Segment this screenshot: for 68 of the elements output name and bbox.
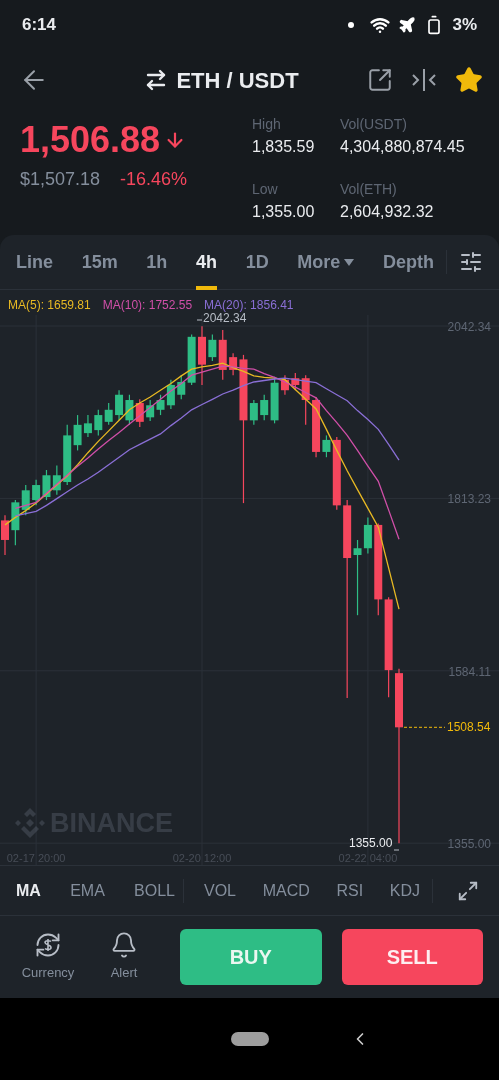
stat-value: 2,604,932.32	[340, 202, 435, 222]
candle	[52, 464, 61, 496]
indicator-tab[interactable]: EMA	[70, 878, 105, 903]
candle	[94, 409, 103, 436]
toolbar-action[interactable]: Alert	[92, 931, 156, 983]
indicator-tab[interactable]: MA	[16, 878, 41, 903]
interval-tab[interactable]: 15m	[81, 234, 118, 290]
candle	[198, 325, 206, 386]
interval-tab[interactable]: 4h	[196, 234, 217, 290]
last-price-line	[403, 726, 446, 728]
candle	[42, 469, 51, 501]
price-axis-label: 1584.11	[448, 664, 491, 680]
diamond-logo-icon	[14, 807, 46, 840]
high-price-marker: 2042.34	[203, 311, 247, 326]
moving-average-legend: MA(20): 1856.41	[204, 296, 294, 314]
home-handle[interactable]	[230, 1032, 269, 1046]
pair-title: ETH / USDT	[176, 66, 299, 95]
last-price-marker: 1508.54	[447, 720, 491, 736]
stat-label: High	[252, 115, 282, 134]
share-icon[interactable]	[367, 67, 393, 93]
battery-percent: 3%	[452, 14, 477, 37]
indicator-tab[interactable]: VOL	[204, 878, 236, 903]
stat-value: 4,304,880,874.45	[340, 137, 465, 157]
interval-tab[interactable]: 1h	[146, 234, 168, 290]
leader-line	[196, 319, 203, 321]
toolbar-action[interactable]: Currency	[16, 931, 80, 983]
favorite-star-icon[interactable]	[455, 66, 483, 94]
fiat-price: $1,507.18	[20, 168, 101, 191]
wifi-icon	[370, 15, 391, 35]
indicator-tab[interactable]: MACD	[262, 878, 310, 903]
moving-average-legend: MA(5): 1659.81	[8, 296, 91, 314]
price-axis-label: 1813.23	[447, 492, 491, 508]
stat-label: Low	[252, 180, 279, 199]
stat-value: 1,355.00	[252, 202, 316, 222]
price-axis-label: 1355.00	[447, 837, 491, 853]
sell-button[interactable]: SELL	[341, 929, 483, 985]
stat-label: Vol(ETH)	[340, 180, 398, 199]
interval-tab[interactable]: 1D	[245, 234, 269, 290]
interval-tab[interactable]: Line	[16, 234, 53, 290]
interval-tab[interactable]: More	[297, 234, 355, 290]
candle	[115, 389, 124, 421]
leader-line	[393, 849, 400, 851]
indicator-tab[interactable]: RSI	[336, 878, 364, 903]
candle	[125, 394, 134, 426]
status-time: 6:14	[22, 14, 57, 37]
price-axis-label: 2042.34	[447, 320, 491, 335]
candle	[166, 379, 175, 410]
stat-value: 1,835.59	[252, 137, 316, 157]
candle	[135, 398, 144, 428]
candle	[104, 402, 113, 426]
candle	[32, 479, 41, 506]
candle	[1, 514, 9, 556]
dropdown-caret-icon	[344, 258, 355, 266]
moving-average-legend: MA(10): 1752.55	[102, 296, 193, 314]
airplane-icon	[398, 16, 417, 34]
settings-sliders-icon[interactable]	[459, 250, 483, 274]
stat-label: Vol(USDT)	[340, 115, 408, 134]
price-change: -16.46%	[120, 168, 188, 191]
indicator-tab[interactable]: KDJ	[389, 878, 420, 903]
interval-tab[interactable]: Depth	[382, 234, 434, 290]
candle	[156, 394, 165, 416]
bell-icon	[110, 931, 138, 960]
candle	[146, 399, 155, 422]
low-price-marker: 1355.00	[349, 836, 393, 851]
indicator-tab[interactable]: BOLL	[134, 878, 175, 903]
last-price: 1,506.88	[20, 118, 161, 162]
compare-icon[interactable]	[409, 67, 439, 93]
fullscreen-icon[interactable]	[457, 879, 479, 902]
